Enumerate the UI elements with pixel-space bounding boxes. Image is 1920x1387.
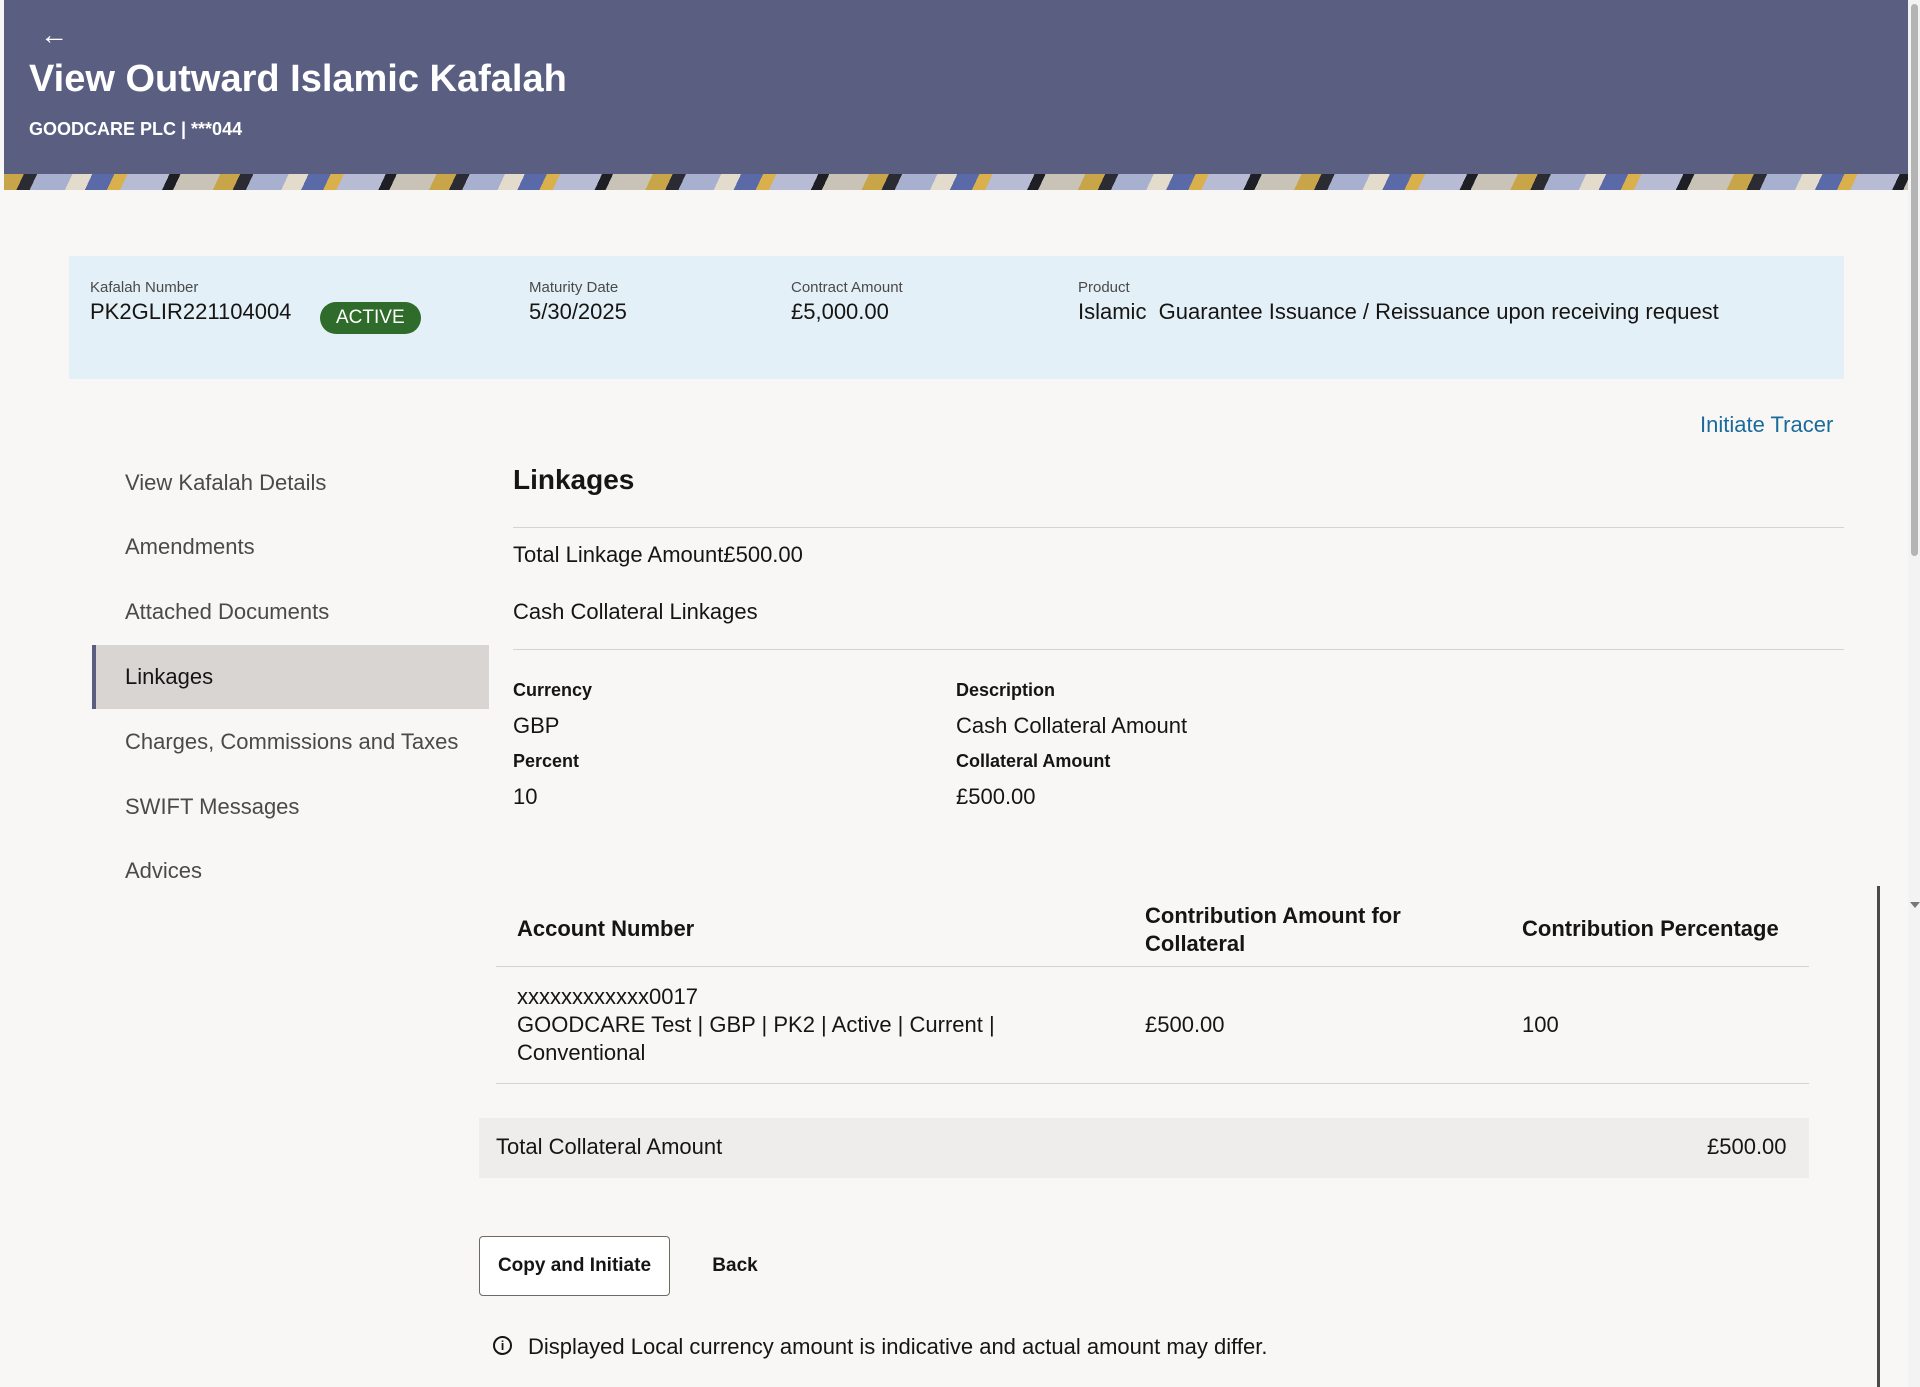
kafalah-number: PK2GLIR221104004 bbox=[90, 299, 292, 324]
contract-amount: £5,000.00 bbox=[791, 299, 889, 324]
account-number: xxxxxxxxxxxx0017 bbox=[517, 984, 698, 1009]
nav-item-charges[interactable]: Charges, Commissions and Taxes bbox=[92, 710, 489, 774]
back-button[interactable]: Back bbox=[690, 1236, 780, 1296]
decorative-banner-strip bbox=[4, 174, 1908, 190]
collateral-amount-label: Collateral Amount bbox=[956, 751, 1111, 771]
nav-item-advices[interactable]: Advices bbox=[92, 839, 489, 903]
page-title: View Outward Islamic Kafalah bbox=[29, 58, 567, 100]
product-name: Islamic Guarantee Issuance / Reissuance … bbox=[1078, 299, 1719, 324]
page-subtitle: GOODCARE PLC | ***044 bbox=[29, 119, 243, 139]
total-collateral-value: £500.00 bbox=[1707, 1134, 1787, 1159]
account-type: Conventional bbox=[517, 1040, 646, 1065]
kafalah-number-label: Kafalah Number bbox=[90, 279, 199, 296]
nav-item-attached-documents[interactable]: Attached Documents bbox=[92, 580, 489, 644]
info-icon: i bbox=[493, 1336, 512, 1355]
percent-value: 10 bbox=[513, 784, 538, 809]
status-badge: ACTIVE bbox=[320, 302, 421, 334]
back-arrow-icon[interactable]: ← bbox=[40, 21, 68, 49]
scroll-down-arrow-icon[interactable] bbox=[1910, 902, 1920, 908]
currency-disclaimer: Displayed Local currency amount is indic… bbox=[528, 1334, 1268, 1359]
contract-amount-label: Contract Amount bbox=[791, 279, 903, 296]
total-collateral-label: Total Collateral Amount bbox=[496, 1134, 723, 1159]
column-header-contribution-percentage: Contribution Percentage bbox=[1522, 916, 1779, 941]
total-linkage-amount: Total Linkage Amount£500.00 bbox=[513, 542, 803, 567]
page-header: ← View Outward Islamic Kafalah GOODCARE … bbox=[4, 0, 1908, 174]
copy-and-initiate-button[interactable]: Copy and Initiate bbox=[479, 1236, 670, 1296]
account-details: GOODCARE Test | GBP | PK2 | Active | Cur… bbox=[517, 1012, 995, 1037]
column-header-account-number: Account Number bbox=[517, 916, 695, 941]
maturity-date: 5/30/2025 bbox=[529, 299, 627, 324]
divider bbox=[513, 649, 1844, 650]
description-label: Description bbox=[956, 680, 1056, 700]
currency-value: GBP bbox=[513, 713, 560, 738]
nav-item-amendments[interactable]: Amendments bbox=[92, 515, 489, 579]
table-row-divider bbox=[496, 1083, 1809, 1084]
table-header-divider bbox=[496, 966, 1809, 967]
nav-item-linkages[interactable]: Linkages bbox=[92, 645, 489, 709]
column-header-contribution-amount-line2: Collateral bbox=[1145, 931, 1246, 956]
panel-edge-divider bbox=[1877, 886, 1880, 1387]
initiate-tracer-link[interactable]: Initiate Tracer bbox=[1700, 412, 1833, 438]
section-title: Linkages bbox=[513, 464, 635, 495]
collateral-amount-value: £500.00 bbox=[956, 784, 1036, 809]
cash-collateral-heading: Cash Collateral Linkages bbox=[513, 599, 758, 624]
divider bbox=[513, 527, 1844, 528]
nav-item-swift-messages[interactable]: SWIFT Messages bbox=[92, 775, 489, 839]
percent-label: Percent bbox=[513, 751, 580, 771]
maturity-date-label: Maturity Date bbox=[529, 279, 619, 296]
scrollbar-thumb[interactable] bbox=[1911, 4, 1918, 556]
column-header-contribution-amount-line1: Contribution Amount for bbox=[1145, 903, 1401, 928]
contribution-percentage: 100 bbox=[1522, 1012, 1559, 1037]
description-value: Cash Collateral Amount bbox=[956, 713, 1188, 738]
product-label: Product bbox=[1078, 279, 1130, 296]
nav-item-view-kafalah-details[interactable]: View Kafalah Details bbox=[92, 451, 489, 515]
currency-label: Currency bbox=[513, 680, 593, 700]
contribution-amount: £500.00 bbox=[1145, 1012, 1225, 1037]
